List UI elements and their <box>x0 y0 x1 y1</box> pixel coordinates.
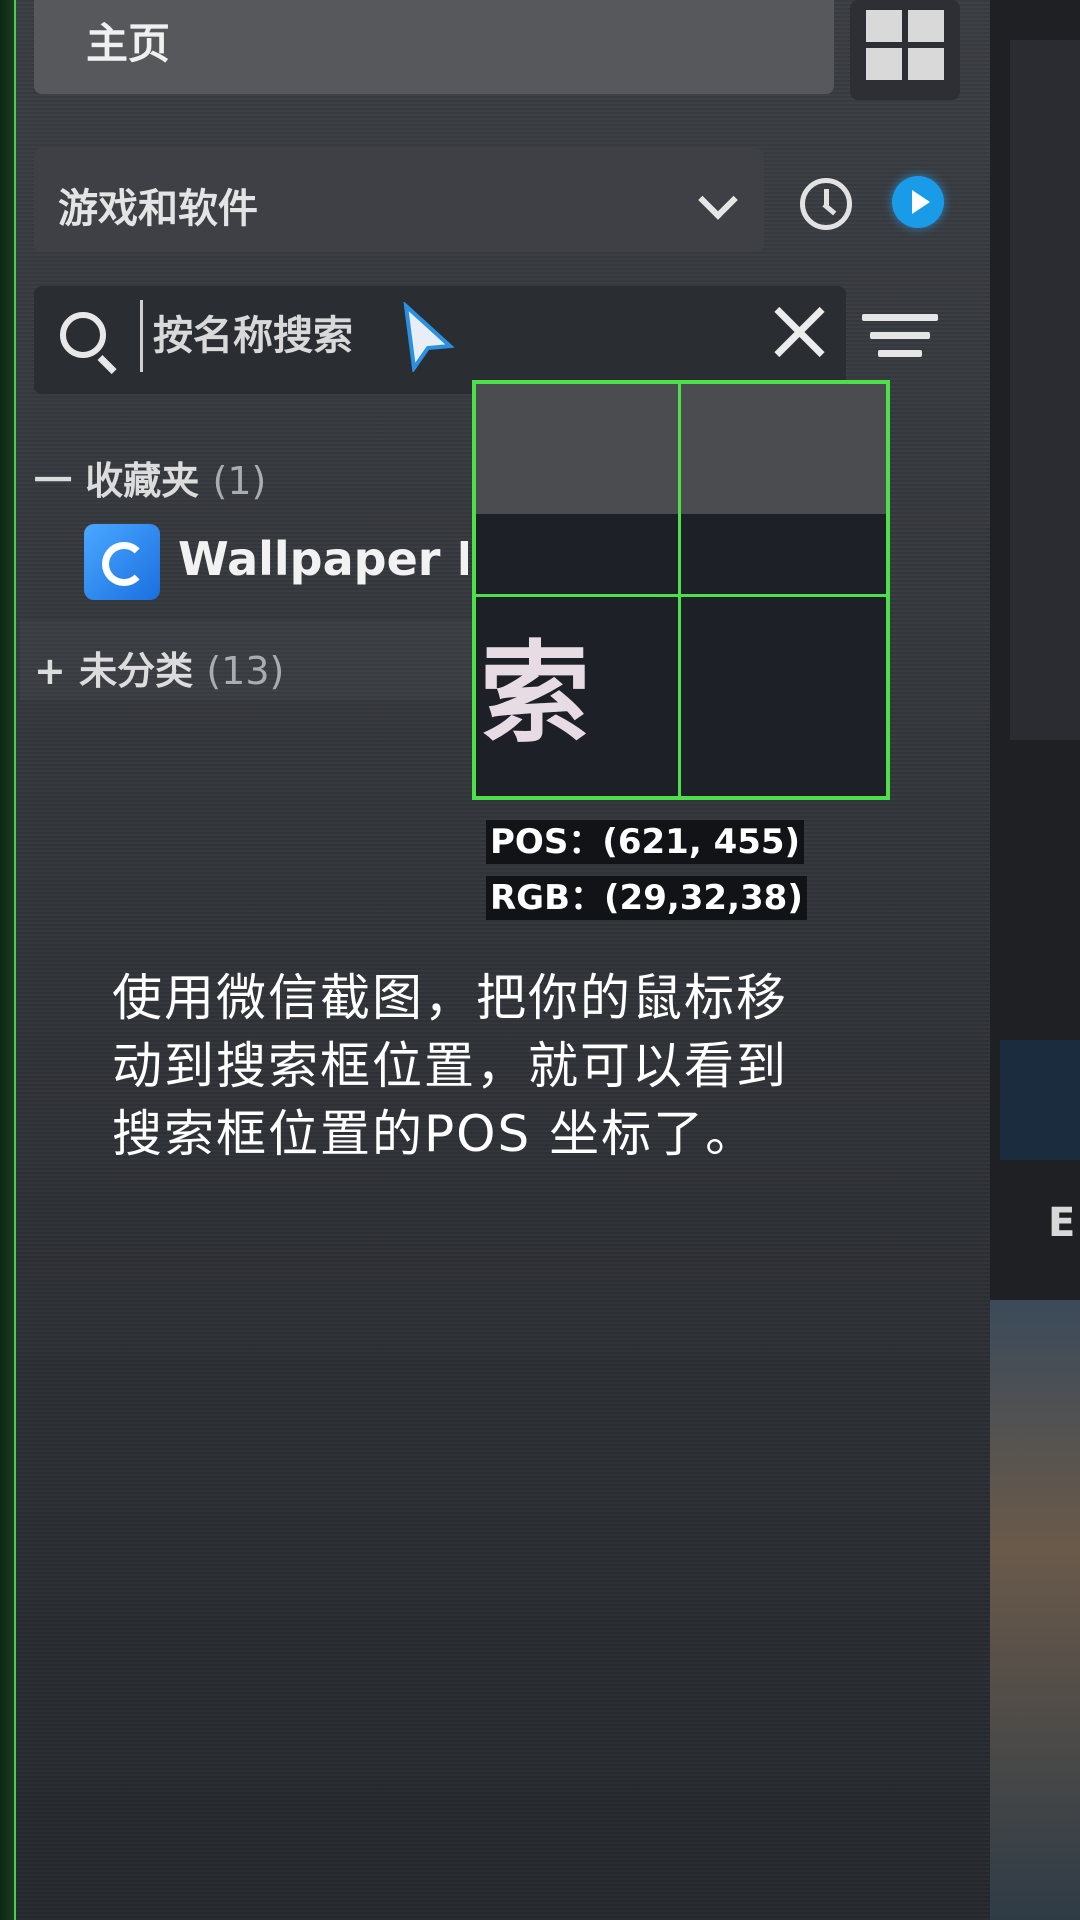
filter-icon[interactable] <box>862 310 938 366</box>
right-panel-thumbnail <box>990 1300 1080 1920</box>
collapse-icon: 一 <box>34 459 73 503</box>
favorites-label: 收藏夹 <box>85 459 200 503</box>
right-panel-thumbnail <box>1000 1040 1080 1160</box>
crosshair-horizontal <box>476 594 886 597</box>
search-input[interactable] <box>140 300 415 372</box>
home-label: 主页 <box>86 19 171 68</box>
wallpaper-engine-icon <box>84 524 160 600</box>
clock-icon[interactable] <box>800 178 852 230</box>
search-icon <box>60 312 106 358</box>
expand-icon: + <box>34 649 66 693</box>
instruction-line-2: 动到搜索框位置，就可以看到 <box>112 1037 788 1095</box>
screenshot-magnifier: 索 <box>472 380 890 800</box>
grid-view-button[interactable] <box>850 0 960 100</box>
play-icon[interactable] <box>892 176 944 228</box>
mouse-cursor-icon <box>403 302 455 372</box>
instruction-line-1: 使用微信截图，把你的鼠标移 <box>112 969 788 1027</box>
right-panel-text: E <box>1048 1200 1076 1246</box>
category-selected-label: 游戏和软件 <box>58 186 258 232</box>
uncategorized-group[interactable]: + 未分类 (13) <box>34 640 284 695</box>
uncategorized-count: (13) <box>206 649 285 693</box>
home-tab[interactable]: 主页 <box>34 0 834 94</box>
uncategorized-label: 未分类 <box>79 649 194 693</box>
game-title: Wallpaper Eng <box>178 532 468 586</box>
list-item-wallpaper-engine[interactable]: Wallpaper Eng <box>84 524 474 608</box>
instruction-line-3: 搜索框位置的POS 坐标了。 <box>112 1105 758 1163</box>
magnifier-region-light <box>476 384 886 514</box>
cursor-color-readout: RGB：(29,32,38) <box>486 876 807 920</box>
magnifier-zoomed-char: 索 <box>480 630 590 758</box>
close-icon[interactable] <box>770 302 830 362</box>
category-dropdown[interactable]: 游戏和软件 <box>34 148 764 252</box>
crosshair-vertical <box>678 384 681 796</box>
left-edge-strip <box>0 0 16 1920</box>
favorites-count: (1) <box>212 459 267 503</box>
chevron-down-icon <box>698 180 738 220</box>
instruction-caption: 使用微信截图，把你的鼠标移 动到搜索框位置，就可以看到 搜索框位置的POS 坐标… <box>112 964 942 1168</box>
cursor-position-readout: POS：(621, 455) <box>486 820 805 864</box>
right-panel-block <box>1010 40 1080 740</box>
right-panel: E <box>990 0 1080 1920</box>
favorites-group[interactable]: 一 收藏夹 (1) <box>34 450 266 505</box>
